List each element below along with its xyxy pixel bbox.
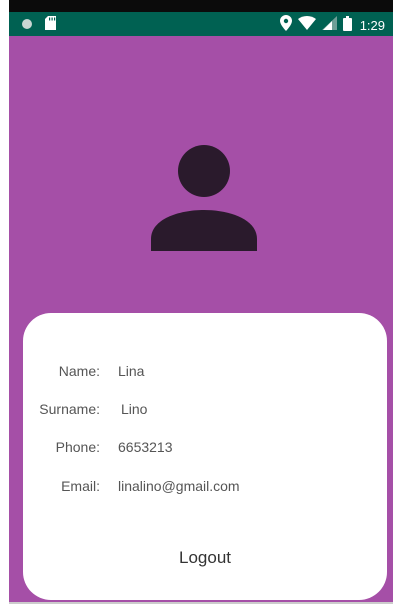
person-icon [149, 145, 259, 258]
status-bar: 1:29 [9, 12, 393, 36]
avatar [149, 144, 259, 254]
surname-value: Lino [121, 401, 148, 417]
device-frame: 1:29 Name: Lina Surname: Lino Phone: 665… [0, 0, 393, 604]
surname-row: Surname: Lino [23, 401, 387, 423]
status-bar-right: 1:29 [279, 15, 385, 36]
record-icon [21, 17, 33, 35]
battery-icon [342, 15, 352, 36]
name-value: Lina [118, 363, 145, 379]
email-row: Email: linalino@gmail.com [23, 478, 387, 500]
signal-icon [321, 16, 337, 35]
sd-card-icon [45, 16, 56, 35]
top-bezel [9, 0, 393, 12]
status-bar-left [21, 16, 56, 35]
profile-card: Name: Lina Surname: Lino Phone: 6653213 … [23, 313, 387, 600]
phone-value: 6653213 [118, 439, 173, 455]
name-label: Name: [58, 363, 100, 379]
email-value: linalino@gmail.com [118, 478, 240, 494]
phone-row: Phone: 6653213 [23, 439, 387, 461]
wifi-icon [297, 16, 316, 35]
surname-label: Surname: [39, 401, 100, 417]
location-icon [279, 15, 292, 36]
name-row: Name: Lina [23, 363, 387, 385]
status-time: 1:29 [359, 18, 385, 33]
phone-label: Phone: [55, 439, 100, 455]
email-label: Email: [61, 478, 100, 494]
profile-screen: Name: Lina Surname: Lino Phone: 6653213 … [9, 36, 393, 602]
logout-button[interactable]: Logout [143, 543, 267, 573]
